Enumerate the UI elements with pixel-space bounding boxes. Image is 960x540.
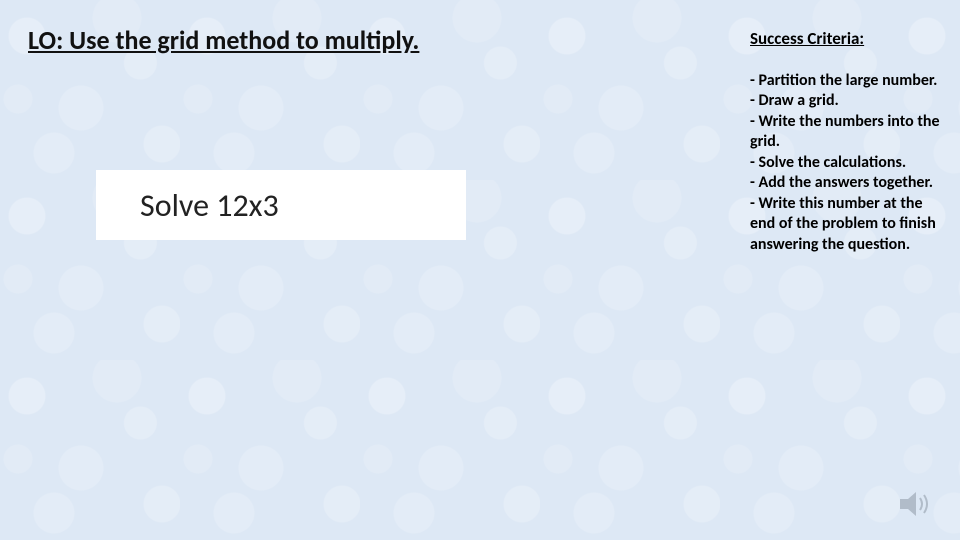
success-criteria-area: Success Criteria: - Partition the large … — [750, 28, 945, 255]
problem-text: Solve 12x3 — [140, 186, 279, 225]
problem-box: Solve 12x3 — [96, 170, 466, 240]
criteria-item: - Write the numbers into the grid. — [750, 112, 945, 153]
criteria-item: - Write this number at the end of the pr… — [750, 194, 945, 255]
criteria-item: - Solve the calculations. — [750, 153, 945, 173]
criteria-item: - Add the answers together. — [750, 173, 945, 193]
success-criteria-heading: Success Criteria: — [750, 28, 945, 49]
criteria-item: - Draw a grid. — [750, 91, 945, 111]
learning-objective-title: LO: Use the grid method to multiply. — [28, 24, 419, 56]
speaker-icon — [900, 490, 934, 518]
slide: LO: Use the grid method to multiply. Sol… — [0, 0, 960, 540]
criteria-item: - Partition the large number. — [750, 71, 945, 91]
